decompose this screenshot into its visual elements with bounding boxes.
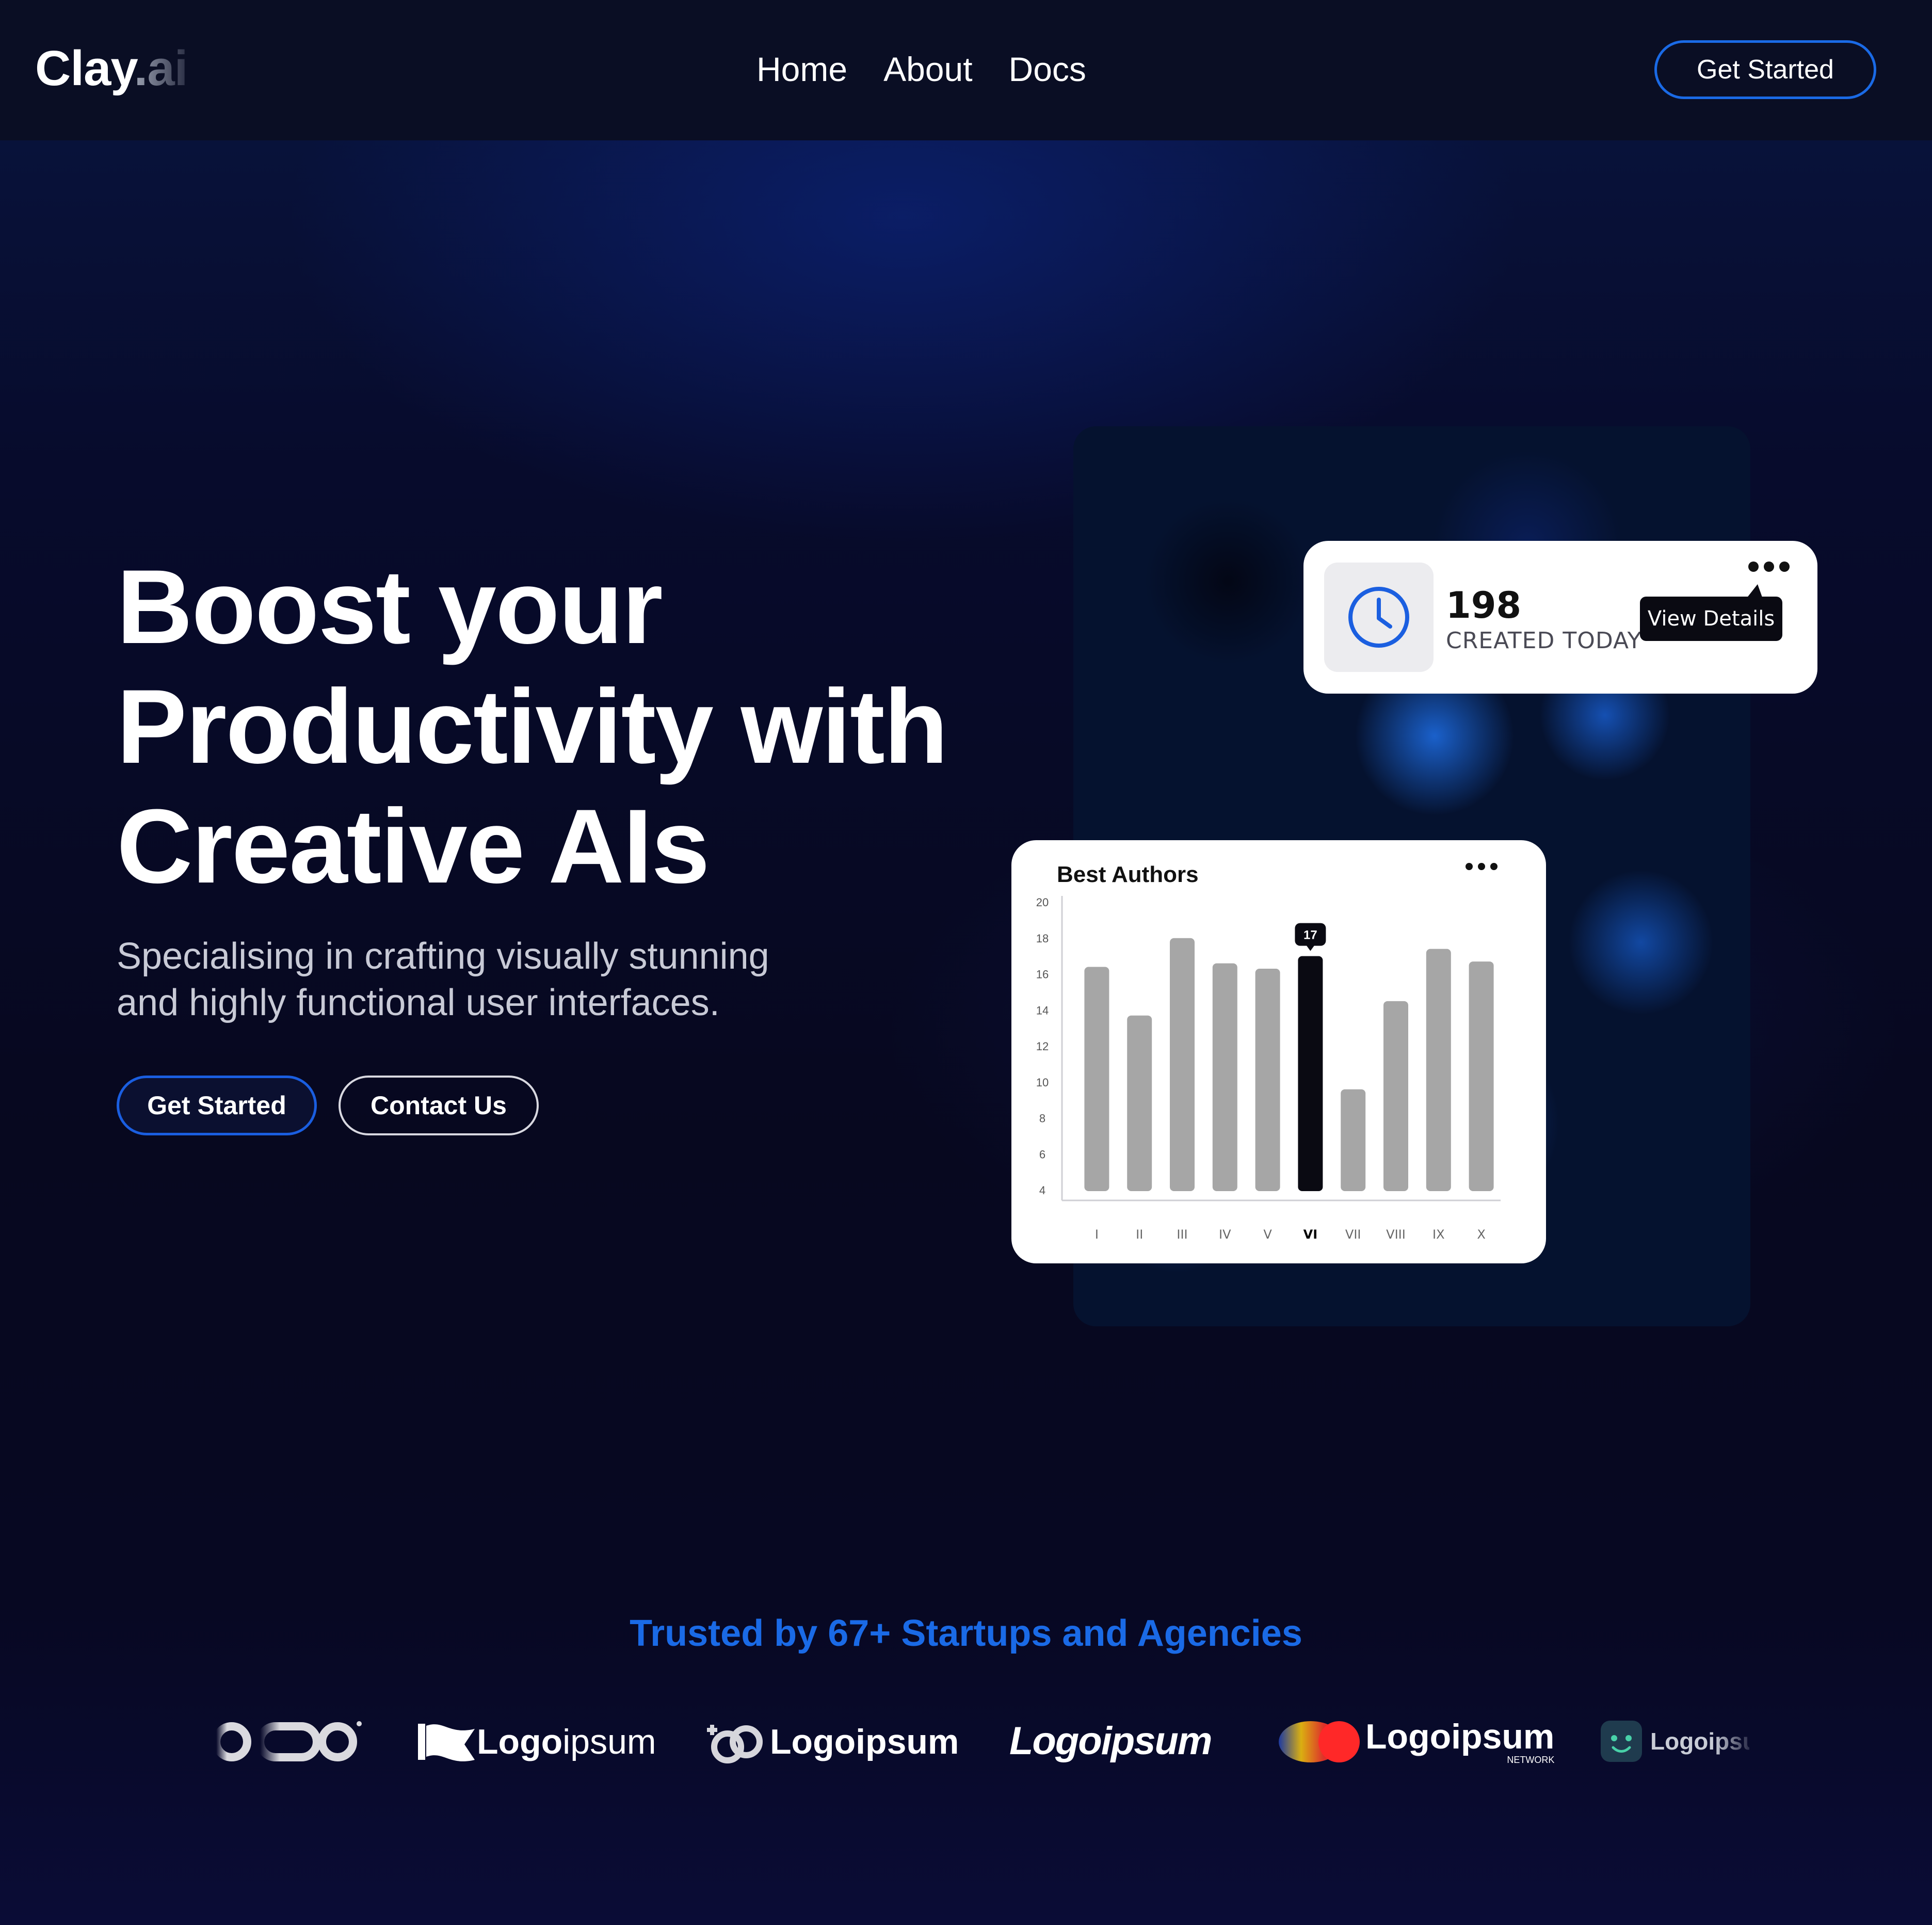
y-tick-label: 16 xyxy=(1036,968,1049,981)
y-tick-label: 18 xyxy=(1036,932,1049,945)
x-tick-label: I xyxy=(1095,1227,1099,1242)
hero-title: Boost your Productivity with Creative AI… xyxy=(117,547,1045,906)
y-tick-label: 4 xyxy=(1039,1184,1045,1197)
bar-chart: 468101214161820I II III IV V VI17VII VIII IX X xyxy=(1036,896,1501,1242)
partner-logos: Logo ipsum Logoipsum Logoipsum Logoipsum … xyxy=(0,1703,1932,1786)
logoipsum-network-logo: Logoipsum NETWORK xyxy=(1275,1719,1554,1765)
x-tick-label: II xyxy=(1136,1227,1143,1242)
hero-subtitle: Specialising in crafting visually stunni… xyxy=(117,933,994,1026)
x-tick-label: III xyxy=(1177,1227,1187,1242)
hero-subtitle-line: and highly functional user interfaces. xyxy=(117,982,720,1023)
brand-name: Clay xyxy=(35,41,135,96)
bar xyxy=(1084,967,1109,1191)
y-tick-label: 12 xyxy=(1036,1040,1049,1053)
bar xyxy=(1469,961,1494,1191)
y-tick-label: 10 xyxy=(1036,1076,1049,1089)
logoipsum-face-logo: Logoipsu xyxy=(1600,1720,1749,1763)
stat-label: CREATED TODAY xyxy=(1446,628,1642,654)
y-tick-label: 6 xyxy=(1039,1148,1045,1161)
logoipsum-flag-logo: Logo ipsum xyxy=(413,1719,656,1765)
bar xyxy=(1298,956,1323,1191)
brand-logo[interactable]: Clay.ai xyxy=(35,40,188,97)
logo-text: Logoipsum xyxy=(1365,1717,1555,1756)
logo-subtext: NETWORK xyxy=(1507,1755,1555,1765)
y-tick-label: 20 xyxy=(1036,896,1049,909)
nav-link-docs[interactable]: Docs xyxy=(1009,50,1086,89)
nav-link-home[interactable]: Home xyxy=(756,50,847,89)
nav-link-about[interactable]: About xyxy=(883,50,972,89)
logo-text: Logoipsum xyxy=(1009,1719,1213,1763)
bar xyxy=(1426,949,1451,1191)
hero-title-line: Boost your xyxy=(117,548,663,666)
brand-suffix: .ai xyxy=(134,41,188,96)
tooltip-value: 17 xyxy=(1303,928,1317,942)
stat-value: 198 xyxy=(1446,584,1522,627)
logo-text: Logoipsum xyxy=(770,1722,959,1761)
trusted-by-heading: Trusted by 67+ Startups and Agencies xyxy=(630,1613,1302,1654)
x-tick-label: VI xyxy=(1303,1227,1318,1242)
bar xyxy=(1170,938,1195,1191)
more-dots-icon[interactable] xyxy=(1748,562,1790,572)
tooltip-pointer xyxy=(1306,945,1315,951)
hero-title-line: Productivity with xyxy=(117,668,948,785)
y-tick-label: 8 xyxy=(1039,1112,1045,1125)
hero-subtitle-line: Specialising in crafting visually stunni… xyxy=(117,936,769,977)
bar xyxy=(1383,1001,1408,1191)
nav-get-started-button[interactable]: Get Started xyxy=(1654,40,1876,99)
x-tick-label: X xyxy=(1477,1227,1485,1242)
y-tick-label: 14 xyxy=(1036,1004,1049,1017)
contact-us-button[interactable]: Contact Us xyxy=(339,1076,539,1135)
logoipsum-italic-logo: Logoipsum xyxy=(1009,1719,1213,1763)
bar xyxy=(1255,969,1280,1191)
hero-get-started-button[interactable]: Get Started xyxy=(117,1076,317,1135)
hero-title-line: Creative AIs xyxy=(117,788,710,905)
logo-text: ipsum xyxy=(562,1722,656,1761)
top-navigation: Clay.ai Home About Docs Get Started xyxy=(0,0,1932,140)
logo-text: Logoipsu xyxy=(1650,1727,1749,1755)
bar xyxy=(1341,1089,1366,1191)
logo-text: Logo xyxy=(477,1722,563,1761)
x-tick-label: VIII xyxy=(1386,1227,1406,1242)
x-tick-label: VII xyxy=(1345,1227,1361,1242)
stat-card: 198 CREATED TODAY View Details xyxy=(1303,541,1817,694)
x-tick-label: V xyxy=(1263,1227,1272,1242)
best-authors-chart-card: Best Authors 4 6 8 10 12 14 16 18 20 I II III IV V VI 1… xyxy=(1011,840,1546,1263)
x-tick-label: IV xyxy=(1219,1227,1231,1242)
view-details-button[interactable]: View Details xyxy=(1640,584,1782,641)
logoipsum-rings-logo: Logoipsum xyxy=(702,1719,959,1765)
bar xyxy=(1212,963,1237,1191)
nav-links: Home About Docs xyxy=(756,50,1086,89)
oqo-logo xyxy=(208,1719,363,1765)
clock-icon xyxy=(1324,563,1434,672)
bar xyxy=(1127,1015,1152,1191)
x-tick-label: IX xyxy=(1432,1227,1445,1242)
